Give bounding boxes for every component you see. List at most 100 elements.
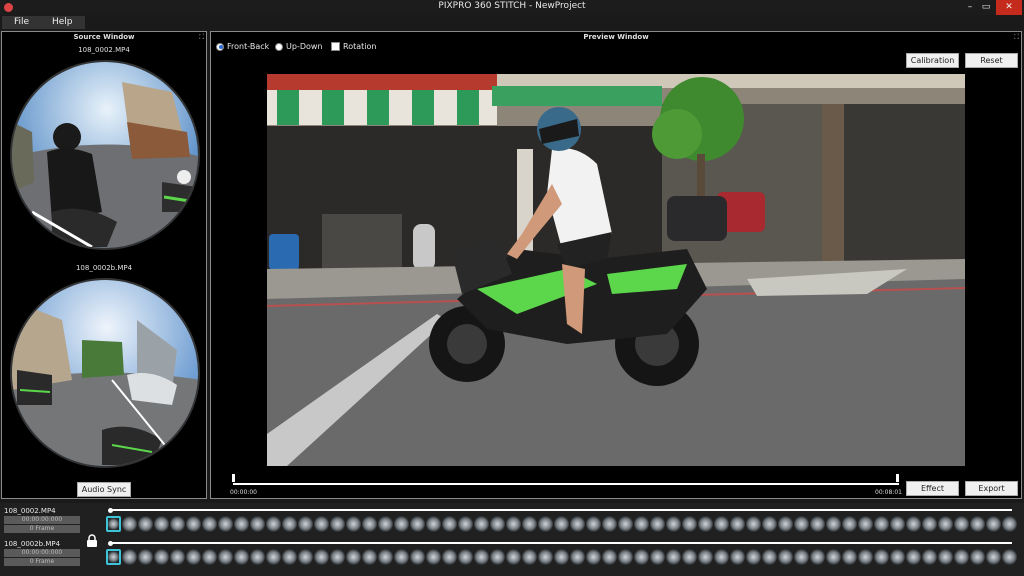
thumbnail-frame[interactable] <box>314 549 329 565</box>
strip-scrubber-back[interactable] <box>110 542 1012 544</box>
thumbnail-frame[interactable] <box>858 516 873 532</box>
thumbnail-frame[interactable] <box>666 516 681 532</box>
preview-timeline[interactable] <box>233 483 899 485</box>
thumbnail-frame[interactable] <box>122 516 137 532</box>
thumbnail-frame[interactable] <box>954 549 969 565</box>
thumbnail-frame[interactable] <box>906 549 921 565</box>
expand-icon[interactable]: ⛶ <box>199 33 204 42</box>
thumbnail-frame[interactable] <box>970 549 985 565</box>
thumbnail-frame[interactable] <box>794 549 809 565</box>
thumbnail-frame[interactable] <box>538 516 553 532</box>
thumbnail-frame[interactable] <box>602 516 617 532</box>
thumbnail-frame[interactable] <box>522 549 537 565</box>
thumbnail-frame[interactable] <box>586 516 601 532</box>
thumbnail-frame[interactable] <box>506 516 521 532</box>
thumbnail-frame[interactable] <box>554 516 569 532</box>
thumbnail-frame[interactable] <box>602 549 617 565</box>
calibration-button[interactable]: Calibration <box>906 53 959 68</box>
thumbnail-frame[interactable] <box>890 549 905 565</box>
thumbnail-frame[interactable] <box>298 516 313 532</box>
thumbnail-frame[interactable] <box>890 516 905 532</box>
thumbnail-frame[interactable] <box>730 516 745 532</box>
thumbnail-frame[interactable] <box>506 549 521 565</box>
thumbnail-frame[interactable] <box>794 516 809 532</box>
thumbnail-frame[interactable] <box>202 549 217 565</box>
thumbnail-frame[interactable] <box>938 516 953 532</box>
thumbnail-frame[interactable] <box>362 516 377 532</box>
thumbnail-frame[interactable] <box>986 549 1001 565</box>
thumbnail-frame[interactable] <box>954 516 969 532</box>
thumbnail-frame[interactable] <box>474 516 489 532</box>
thumbnail-frame[interactable] <box>426 549 441 565</box>
thumbnail-frame[interactable] <box>298 549 313 565</box>
thumbnail-frame[interactable] <box>826 549 841 565</box>
thumbnail-frame[interactable] <box>1002 516 1017 532</box>
thumbnail-frame[interactable] <box>842 549 857 565</box>
thumbnail-frame[interactable] <box>442 549 457 565</box>
thumbnail-frame[interactable] <box>314 516 329 532</box>
thumbnail-frame[interactable] <box>138 549 153 565</box>
thumbnail-frame[interactable] <box>938 549 953 565</box>
thumbnail-frame[interactable] <box>266 549 281 565</box>
front-back-radio[interactable] <box>216 42 224 51</box>
thumbnail-frame[interactable] <box>522 516 537 532</box>
thumbnail-frame[interactable] <box>874 516 889 532</box>
thumbnail-frame[interactable] <box>698 516 713 532</box>
thumbnail-frame[interactable] <box>810 516 825 532</box>
thumbnail-frame[interactable] <box>170 516 185 532</box>
thumbnail-frame[interactable] <box>730 549 745 565</box>
thumbnail-frame[interactable] <box>378 516 393 532</box>
thumbnail-frame[interactable] <box>234 516 249 532</box>
thumbnail-frame[interactable] <box>714 516 729 532</box>
thumbnail-frame[interactable] <box>650 516 665 532</box>
effect-button[interactable]: Effect <box>906 481 959 496</box>
thumbnail-frame[interactable] <box>1002 549 1017 565</box>
thumbnail-frame[interactable] <box>826 516 841 532</box>
menu-file[interactable]: File <box>2 16 42 29</box>
thumbnail-frame[interactable] <box>682 549 697 565</box>
thumbnail-frame[interactable] <box>922 516 937 532</box>
thumbnail-frame[interactable] <box>858 549 873 565</box>
thumbnail-frame[interactable] <box>586 549 601 565</box>
strip-scrubber-front[interactable] <box>110 509 1012 511</box>
thumbnail-frame[interactable] <box>234 549 249 565</box>
thumbnail-frame[interactable] <box>778 516 793 532</box>
rotation-option[interactable]: Rotation <box>331 42 376 51</box>
audio-sync-button[interactable]: Audio Sync <box>77 482 131 497</box>
timeline-start-marker[interactable] <box>232 474 235 482</box>
thumbnail-frame[interactable] <box>634 549 649 565</box>
thumbnail-frame[interactable] <box>346 549 361 565</box>
up-down-option[interactable]: Up-Down <box>275 42 323 51</box>
thumbnail-frame[interactable] <box>410 516 425 532</box>
thumbnail-frame[interactable] <box>410 549 425 565</box>
thumbnail-frame[interactable] <box>570 549 585 565</box>
thumbnail-frame[interactable] <box>474 549 489 565</box>
thumbnail-frame[interactable] <box>426 516 441 532</box>
thumbnail-frame[interactable] <box>682 516 697 532</box>
thumbnail-frame[interactable] <box>762 516 777 532</box>
expand-icon[interactable]: ⛶ <box>1014 33 1019 42</box>
thumbnail-strip-front[interactable] <box>106 516 1018 532</box>
thumbnail-frame[interactable] <box>842 516 857 532</box>
thumbnail-frame[interactable] <box>810 549 825 565</box>
thumbnail-frame[interactable] <box>330 516 345 532</box>
thumbnail-frame[interactable] <box>106 549 121 565</box>
front-back-option[interactable]: Front-Back <box>216 42 269 51</box>
thumbnail-frame[interactable] <box>154 549 169 565</box>
thumbnail-frame[interactable] <box>538 549 553 565</box>
maximize-button[interactable]: ▭ <box>976 0 996 15</box>
thumbnail-frame[interactable] <box>202 516 217 532</box>
thumbnail-frame[interactable] <box>154 516 169 532</box>
thumbnail-frame[interactable] <box>906 516 921 532</box>
thumbnail-frame[interactable] <box>650 549 665 565</box>
thumbnail-frame[interactable] <box>186 549 201 565</box>
lock-icon[interactable] <box>85 533 99 547</box>
thumbnail-frame[interactable] <box>442 516 457 532</box>
thumbnail-frame[interactable] <box>458 516 473 532</box>
thumbnail-frame[interactable] <box>778 549 793 565</box>
thumbnail-frame[interactable] <box>138 516 153 532</box>
thumbnail-frame[interactable] <box>362 549 377 565</box>
thumbnail-frame[interactable] <box>746 516 761 532</box>
thumbnail-frame[interactable] <box>170 549 185 565</box>
thumbnail-frame[interactable] <box>986 516 1001 532</box>
